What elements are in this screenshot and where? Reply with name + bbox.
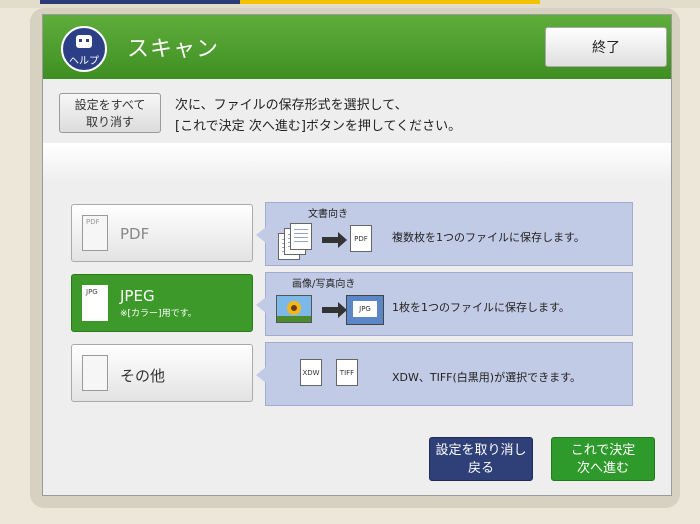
xdw-doc-icon: XDW	[300, 359, 322, 386]
option-other-label: その他	[120, 367, 166, 385]
option-pdf-button[interactable]: PDF PDF	[71, 204, 253, 262]
pdf-doc-icon: PDF	[350, 225, 372, 252]
cancel-back-button[interactable]: 設定を取り消し 戻る	[429, 437, 533, 481]
device-top-strip	[0, 0, 700, 8]
confirm-next-line2: 次へ進む	[576, 461, 629, 476]
confirm-next-line1: これで決定	[570, 443, 636, 458]
device-yellow-stripe	[240, 0, 540, 4]
jpg-file-icon: JPG	[82, 285, 108, 321]
device-navy-stripe	[40, 0, 240, 4]
option-pdf-label: PDF	[120, 225, 150, 243]
option-other-button[interactable]: その他	[71, 344, 253, 402]
reset-all-button[interactable]: 設定をすべて 取り消す	[59, 93, 161, 133]
arrow-right-icon	[322, 302, 347, 318]
end-button[interactable]: 終了	[545, 27, 667, 67]
divider-band	[43, 143, 671, 183]
tiff-doc-icon: TIFF	[336, 359, 358, 386]
pdf-caption: 文書向き	[308, 209, 348, 220]
reset-all-label-line2: 取り消す	[85, 115, 134, 129]
jpg-image-icon: JPG	[346, 295, 384, 325]
instruction-line1: 次に、ファイルの保存形式を選択して、	[175, 98, 408, 113]
other-description-text: XDW、TIFF(白黒用)が選択できます。	[392, 371, 581, 384]
pdf-description-panel: 文書向き PDF 複数枚を1つのファイルに保存します。	[256, 202, 633, 266]
cancel-back-line2: 戻る	[467, 461, 494, 476]
help-robot-icon	[76, 35, 92, 48]
option-jpeg-note: ※[カラー]用です。	[120, 309, 197, 319]
jpg-image-label: JPG	[353, 301, 377, 317]
cancel-back-line1: 設定を取り消し	[435, 443, 527, 458]
arrow-right-icon	[322, 232, 347, 248]
header-bar: ヘルプ スキャン 終了	[43, 15, 671, 79]
help-icon-eye-right	[86, 39, 89, 42]
option-jpeg-button[interactable]: JPG JPEG ※[カラー]用です。	[71, 274, 253, 332]
jpeg-description-text: 1枚を1つのファイルに保存します。	[392, 301, 570, 314]
instruction-text: 次に、ファイルの保存形式を選択して、 [これで決定 次へ進む]ボタンを押してくだ…	[175, 95, 461, 137]
pdf-description-text: 複数枚を1つのファイルに保存します。	[392, 231, 585, 244]
stacked-doc-icon-3	[290, 223, 312, 250]
instruction-line2: [これで決定 次へ進む]ボタンを押してください。	[175, 119, 462, 134]
pdf-file-icon: PDF	[82, 215, 108, 251]
touch-screen: ヘルプ スキャン 終了 設定をすべて 取り消す 次に、ファイルの保存形式を選択し…	[42, 14, 672, 496]
help-icon-eye-left	[79, 39, 82, 42]
help-label: ヘルプ	[69, 56, 99, 67]
page-title: スキャン	[127, 37, 220, 62]
option-jpeg-label: JPEG	[120, 287, 155, 305]
sunflower-photo-icon	[276, 295, 312, 323]
help-button[interactable]: ヘルプ	[61, 26, 107, 72]
other-description-panel: XDW TIFF XDW、TIFF(白黒用)が選択できます。	[256, 342, 633, 406]
jpeg-description-panel: 画像/写真向き JPG 1枚を1つのファイルに保存します。	[256, 272, 633, 336]
blank-file-icon	[82, 355, 108, 391]
reset-all-label-line1: 設定をすべて	[74, 98, 146, 112]
confirm-next-button[interactable]: これで決定 次へ進む	[551, 437, 655, 481]
jpeg-caption: 画像/写真向き	[292, 279, 356, 290]
